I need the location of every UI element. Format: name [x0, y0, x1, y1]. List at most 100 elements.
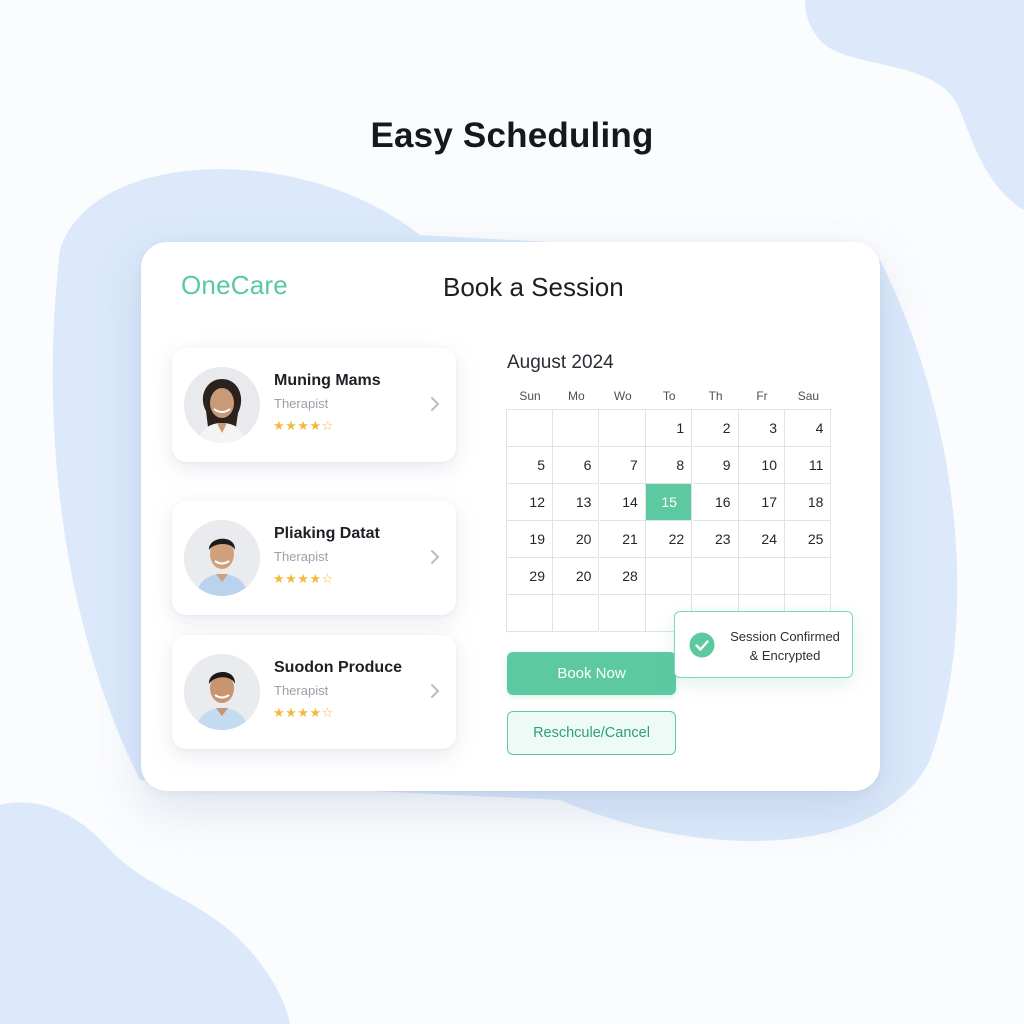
weekday-label: Sun — [519, 389, 541, 403]
calendar-day[interactable]: 19 — [507, 521, 553, 558]
calendar-day-number: 22 — [668, 531, 685, 547]
calendar-day-number: 5 — [537, 457, 545, 473]
calendar-empty-cell — [646, 558, 693, 595]
therapist-role: Therapist — [274, 396, 329, 411]
calendar-day[interactable]: 29 — [507, 558, 553, 595]
calendar-day[interactable]: 5 — [507, 447, 553, 484]
calendar-day[interactable]: 1 — [646, 410, 693, 447]
calendar-day-number: 23 — [715, 531, 731, 547]
chevron-right-icon — [431, 397, 440, 411]
calendar-day[interactable]: 24 — [739, 521, 785, 558]
therapist-card[interactable]: Suodon Produce Therapist ★★★★☆ — [172, 635, 456, 749]
calendar-day-number: 18 — [807, 494, 824, 510]
calendar-day-number: 11 — [808, 457, 824, 473]
calendar-empty-cell — [599, 410, 646, 447]
calendar-day[interactable]: 23 — [692, 521, 739, 558]
therapist-role: Therapist — [274, 549, 329, 564]
calendar-day[interactable]: 28 — [599, 558, 646, 595]
male-avatar — [184, 654, 260, 730]
female-avatar — [184, 367, 260, 443]
calendar-empty-cell — [692, 558, 739, 595]
calendar-day[interactable]: 25 — [785, 521, 832, 558]
calendar-empty-cell — [739, 558, 785, 595]
calendar-day-number: 1 — [676, 420, 685, 436]
toast-line-1: Session Confirmed — [730, 629, 840, 644]
therapist-name: Muning Mams — [274, 372, 381, 389]
weekday-label: Th — [708, 389, 723, 403]
weekday-label: Mo — [568, 389, 585, 403]
star-rating: ★★★★☆ — [273, 705, 334, 720]
calendar-day[interactable]: 20 — [553, 521, 600, 558]
calendar-day[interactable]: 14 — [599, 484, 646, 521]
calendar-day-number: 25 — [807, 531, 824, 547]
therapist-role: Therapist — [274, 683, 329, 698]
weekday-label: To — [662, 389, 676, 403]
calendar-day-number: 24 — [761, 531, 777, 547]
calendar-day[interactable]: 16 — [692, 484, 739, 521]
star-rating: ★★★★☆ — [273, 418, 334, 433]
calendar-day-number: 10 — [761, 457, 777, 473]
book-now-button[interactable]: Book Now — [507, 652, 676, 695]
calendar-empty-cell — [507, 410, 553, 447]
calendar-empty-cell — [507, 595, 553, 632]
toast-message: Session Confirmed & Encrypted — [719, 627, 851, 665]
calendar-day[interactable]: 3 — [739, 410, 785, 447]
therapist-card[interactable]: Muning Mams Therapist ★★★★☆ — [172, 348, 456, 462]
calendar-day[interactable]: 4 — [785, 410, 832, 447]
calendar-day-number: 12 — [529, 494, 545, 510]
therapist-name: Pliaking Datat — [274, 525, 380, 542]
confirmation-toast: Session Confirmed & Encrypted — [674, 611, 853, 678]
calendar-empty-cell — [785, 558, 832, 595]
calendar-month-label: August 2024 — [507, 352, 614, 373]
calendar-empty-cell — [599, 595, 646, 632]
calendar-day-number: 20 — [575, 568, 592, 584]
calendar-day-number: 17 — [761, 494, 777, 510]
calendar-day[interactable]: 17 — [739, 484, 785, 521]
calendar-day[interactable]: 21 — [599, 521, 646, 558]
therapist-name: Suodon Produce — [274, 659, 402, 676]
star-rating: ★★★★☆ — [273, 571, 334, 586]
chevron-right-icon — [431, 550, 440, 564]
panel-title: Book a Session — [443, 272, 624, 302]
calendar-day[interactable]: 13 — [553, 484, 600, 521]
calendar-day-number: 15 — [661, 494, 677, 510]
calendar-day-number: 19 — [529, 531, 545, 547]
calendar-day[interactable]: 22 — [646, 521, 693, 558]
weekday-label: Sau — [797, 389, 820, 403]
calendar-day-number: 16 — [715, 494, 731, 510]
calendar-weekdays: Sun Mo Wo To Th Fr Sau — [507, 389, 831, 405]
chevron-right-icon — [431, 684, 440, 698]
calendar-day-number: 3 — [769, 420, 777, 436]
calendar-day[interactable]: 12 — [507, 484, 553, 521]
booking-panel: OneCare Book a Session Muning Mams Thera… — [141, 242, 880, 791]
calendar-day-number: 4 — [815, 420, 824, 436]
calendar-day-number: 13 — [575, 494, 592, 510]
calendar-day[interactable]: 11 — [785, 447, 832, 484]
calendar-day[interactable]: 9 — [692, 447, 739, 484]
calendar-day-number: 8 — [676, 457, 685, 473]
calendar-empty-cell — [553, 595, 600, 632]
calendar-day[interactable]: 7 — [599, 447, 646, 484]
calendar-day[interactable]: 2 — [692, 410, 739, 447]
calendar-day-number: 14 — [622, 494, 638, 510]
weekday-label: Fr — [756, 389, 768, 403]
calendar-day-selected[interactable]: 15 — [646, 484, 693, 521]
calendar-day[interactable]: 6 — [553, 447, 600, 484]
calendar-day-number: 29 — [529, 568, 545, 584]
calendar-day-number: 21 — [622, 531, 638, 547]
calendar-day[interactable]: 18 — [785, 484, 832, 521]
calendar-day-number: 7 — [630, 457, 638, 473]
calendar-day-number: 2 — [722, 420, 731, 436]
calendar-day-number: 6 — [583, 457, 592, 473]
calendar-day-number: 9 — [722, 457, 731, 473]
weekday-label: Wo — [613, 389, 632, 403]
check-circle-icon — [689, 632, 715, 658]
calendar-day[interactable]: 20 — [553, 558, 600, 595]
calendar-day[interactable]: 10 — [739, 447, 785, 484]
page-headline: Easy Scheduling — [370, 116, 654, 155]
calendar-day[interactable]: 8 — [646, 447, 693, 484]
therapist-card[interactable]: Pliaking Datat Therapist ★★★★☆ — [172, 501, 456, 615]
calendar-grid: 1 2 3 4 5 6 7 8 9 10 11 12 13 14 15 16 17 18 19 20 21 22 23 24 2… — [506, 409, 832, 633]
calendar-day-number: 20 — [575, 531, 592, 547]
reschedule-cancel-button[interactable]: Reschcule/Cancel — [507, 711, 676, 755]
